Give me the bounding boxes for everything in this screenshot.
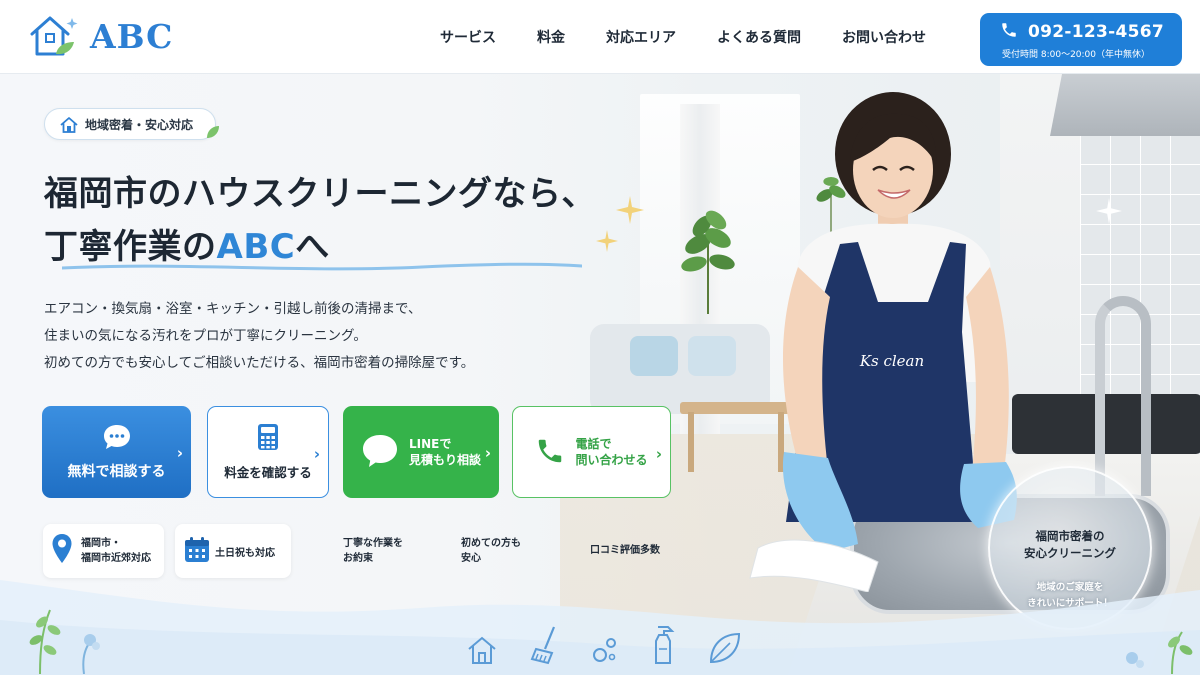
- calculator-icon: [257, 423, 279, 454]
- phone-call-button[interactable]: 092-123-4567 受付時間 8:00〜20:00（年中無休）: [980, 13, 1182, 66]
- broom-icon: [530, 625, 560, 669]
- first-text-1: 初めての方も: [461, 538, 521, 549]
- line-estimate-label: LINEで 見積もり相談: [409, 436, 481, 468]
- description-line: エアコン・換気扇・浴室・キッチン・引越し前後の清掃まで、: [44, 301, 422, 317]
- weekend-text: 土日祝も対応: [215, 547, 275, 559]
- bubbles-icon: [592, 635, 618, 669]
- site-logo[interactable]: ABC: [28, 12, 173, 60]
- leaf-decoration-icon: [29, 609, 100, 674]
- chevron-right-icon: ›: [655, 445, 662, 463]
- nav-faq[interactable]: よくある質問: [717, 27, 801, 47]
- tel-label-1: 電話で: [575, 437, 612, 451]
- area-text-1: 福岡市・: [81, 538, 121, 549]
- headline-line-1: 福岡市のハウスクリーニングなら、: [44, 174, 596, 214]
- sparkle-icon: [1096, 198, 1122, 224]
- leaf-decoration-icon: [1126, 631, 1193, 674]
- main-nav: サービス 料金 対応エリア よくある質問 お問い合わせ: [440, 0, 926, 74]
- check-price-button[interactable]: 料金を確認する ›: [207, 406, 329, 498]
- sparkle-icon: [616, 196, 644, 224]
- phone-inquiry-button[interactable]: 電話で 問い合わせる ›: [512, 406, 671, 498]
- logo-text: ABC: [90, 16, 174, 56]
- range-hood-shape: [1050, 74, 1200, 136]
- description-line: 住まいの気になる汚れをプロが丁寧にクリーニング。: [44, 328, 367, 344]
- bubble-title-2: 安心クリーニング: [1024, 546, 1116, 560]
- house-logo-icon: [28, 12, 80, 60]
- house-icon: [59, 115, 79, 138]
- local-trust-badge: 地域密着・安心対応: [44, 108, 220, 140]
- badge-label: 地域密着・安心対応: [85, 117, 194, 132]
- phone-inquiry-label: 電話で 問い合わせる: [575, 436, 647, 468]
- pillow-shape: [630, 336, 678, 376]
- line-estimate-button[interactable]: LINEで 見積もり相談 ›: [343, 406, 499, 498]
- service-icons-row: [466, 625, 742, 669]
- tel-label-2: 問い合わせる: [575, 453, 648, 467]
- table-leg-shape: [688, 412, 694, 472]
- sparkle-icon: [596, 230, 618, 252]
- free-consultation-button[interactable]: 無料で相談する ›: [42, 406, 191, 498]
- faucet-shape: [1095, 296, 1151, 496]
- nav-services[interactable]: サービス: [440, 27, 496, 47]
- chat-icon: [102, 423, 132, 455]
- careful-text-1: 丁寧な作業を: [343, 538, 403, 549]
- bubble-title-1: 福岡市密着の: [1035, 529, 1105, 543]
- nav-service-area[interactable]: 対応エリア: [606, 27, 676, 47]
- house-icon: [466, 635, 498, 669]
- chevron-right-icon: ›: [176, 444, 183, 462]
- handset-icon: [535, 436, 565, 469]
- nav-contact[interactable]: お問い合わせ: [842, 27, 926, 47]
- check-price-label: 料金を確認する: [224, 465, 312, 480]
- leaf-icon: [205, 124, 221, 143]
- phone-icon: [1000, 21, 1018, 43]
- bubble-title: 福岡市密着の 安心クリーニング: [990, 528, 1150, 562]
- apron-text: Ks clean: [859, 352, 924, 370]
- hero-headline: 福岡市のハウスクリーニングなら、 丁寧作業のABCへ: [44, 168, 596, 274]
- hero-section: Ks clean 地域密着・安心対応 福岡市のハウスクリーニングなら、 丁寧作業…: [0, 74, 1200, 675]
- line-label-1: LINEで: [408, 437, 452, 451]
- line-icon: [361, 433, 399, 472]
- site-header: ABC サービス 料金 対応エリア よくある質問 お問い合わせ 092-123-…: [0, 0, 1200, 74]
- chevron-right-icon: ›: [484, 444, 491, 462]
- leaf-icon: [708, 631, 742, 669]
- chevron-right-icon: ›: [313, 445, 320, 463]
- feature-reviews: 口コミ評価多数: [590, 545, 660, 556]
- phone-number: 092-123-4567: [1028, 22, 1164, 42]
- description-line: 初めての方でも安心してご相談いただける、福岡市密着の掃除屋です。: [44, 355, 475, 371]
- phone-hours: 受付時間 8:00〜20:00（年中無休）: [1002, 50, 1151, 60]
- line-label-2: 見積もり相談: [408, 453, 481, 467]
- spray-bottle-icon: [650, 625, 676, 669]
- nav-pricing[interactable]: 料金: [537, 27, 565, 47]
- headline-underline: [62, 262, 582, 271]
- hero-description: エアコン・換気扇・浴室・キッチン・引越し前後の清掃まで、 住まいの気になる汚れを…: [44, 296, 474, 377]
- cleaning-staff-illustration: Ks clean: [749, 92, 1017, 592]
- free-consultation-label: 無料で相談する: [67, 464, 166, 480]
